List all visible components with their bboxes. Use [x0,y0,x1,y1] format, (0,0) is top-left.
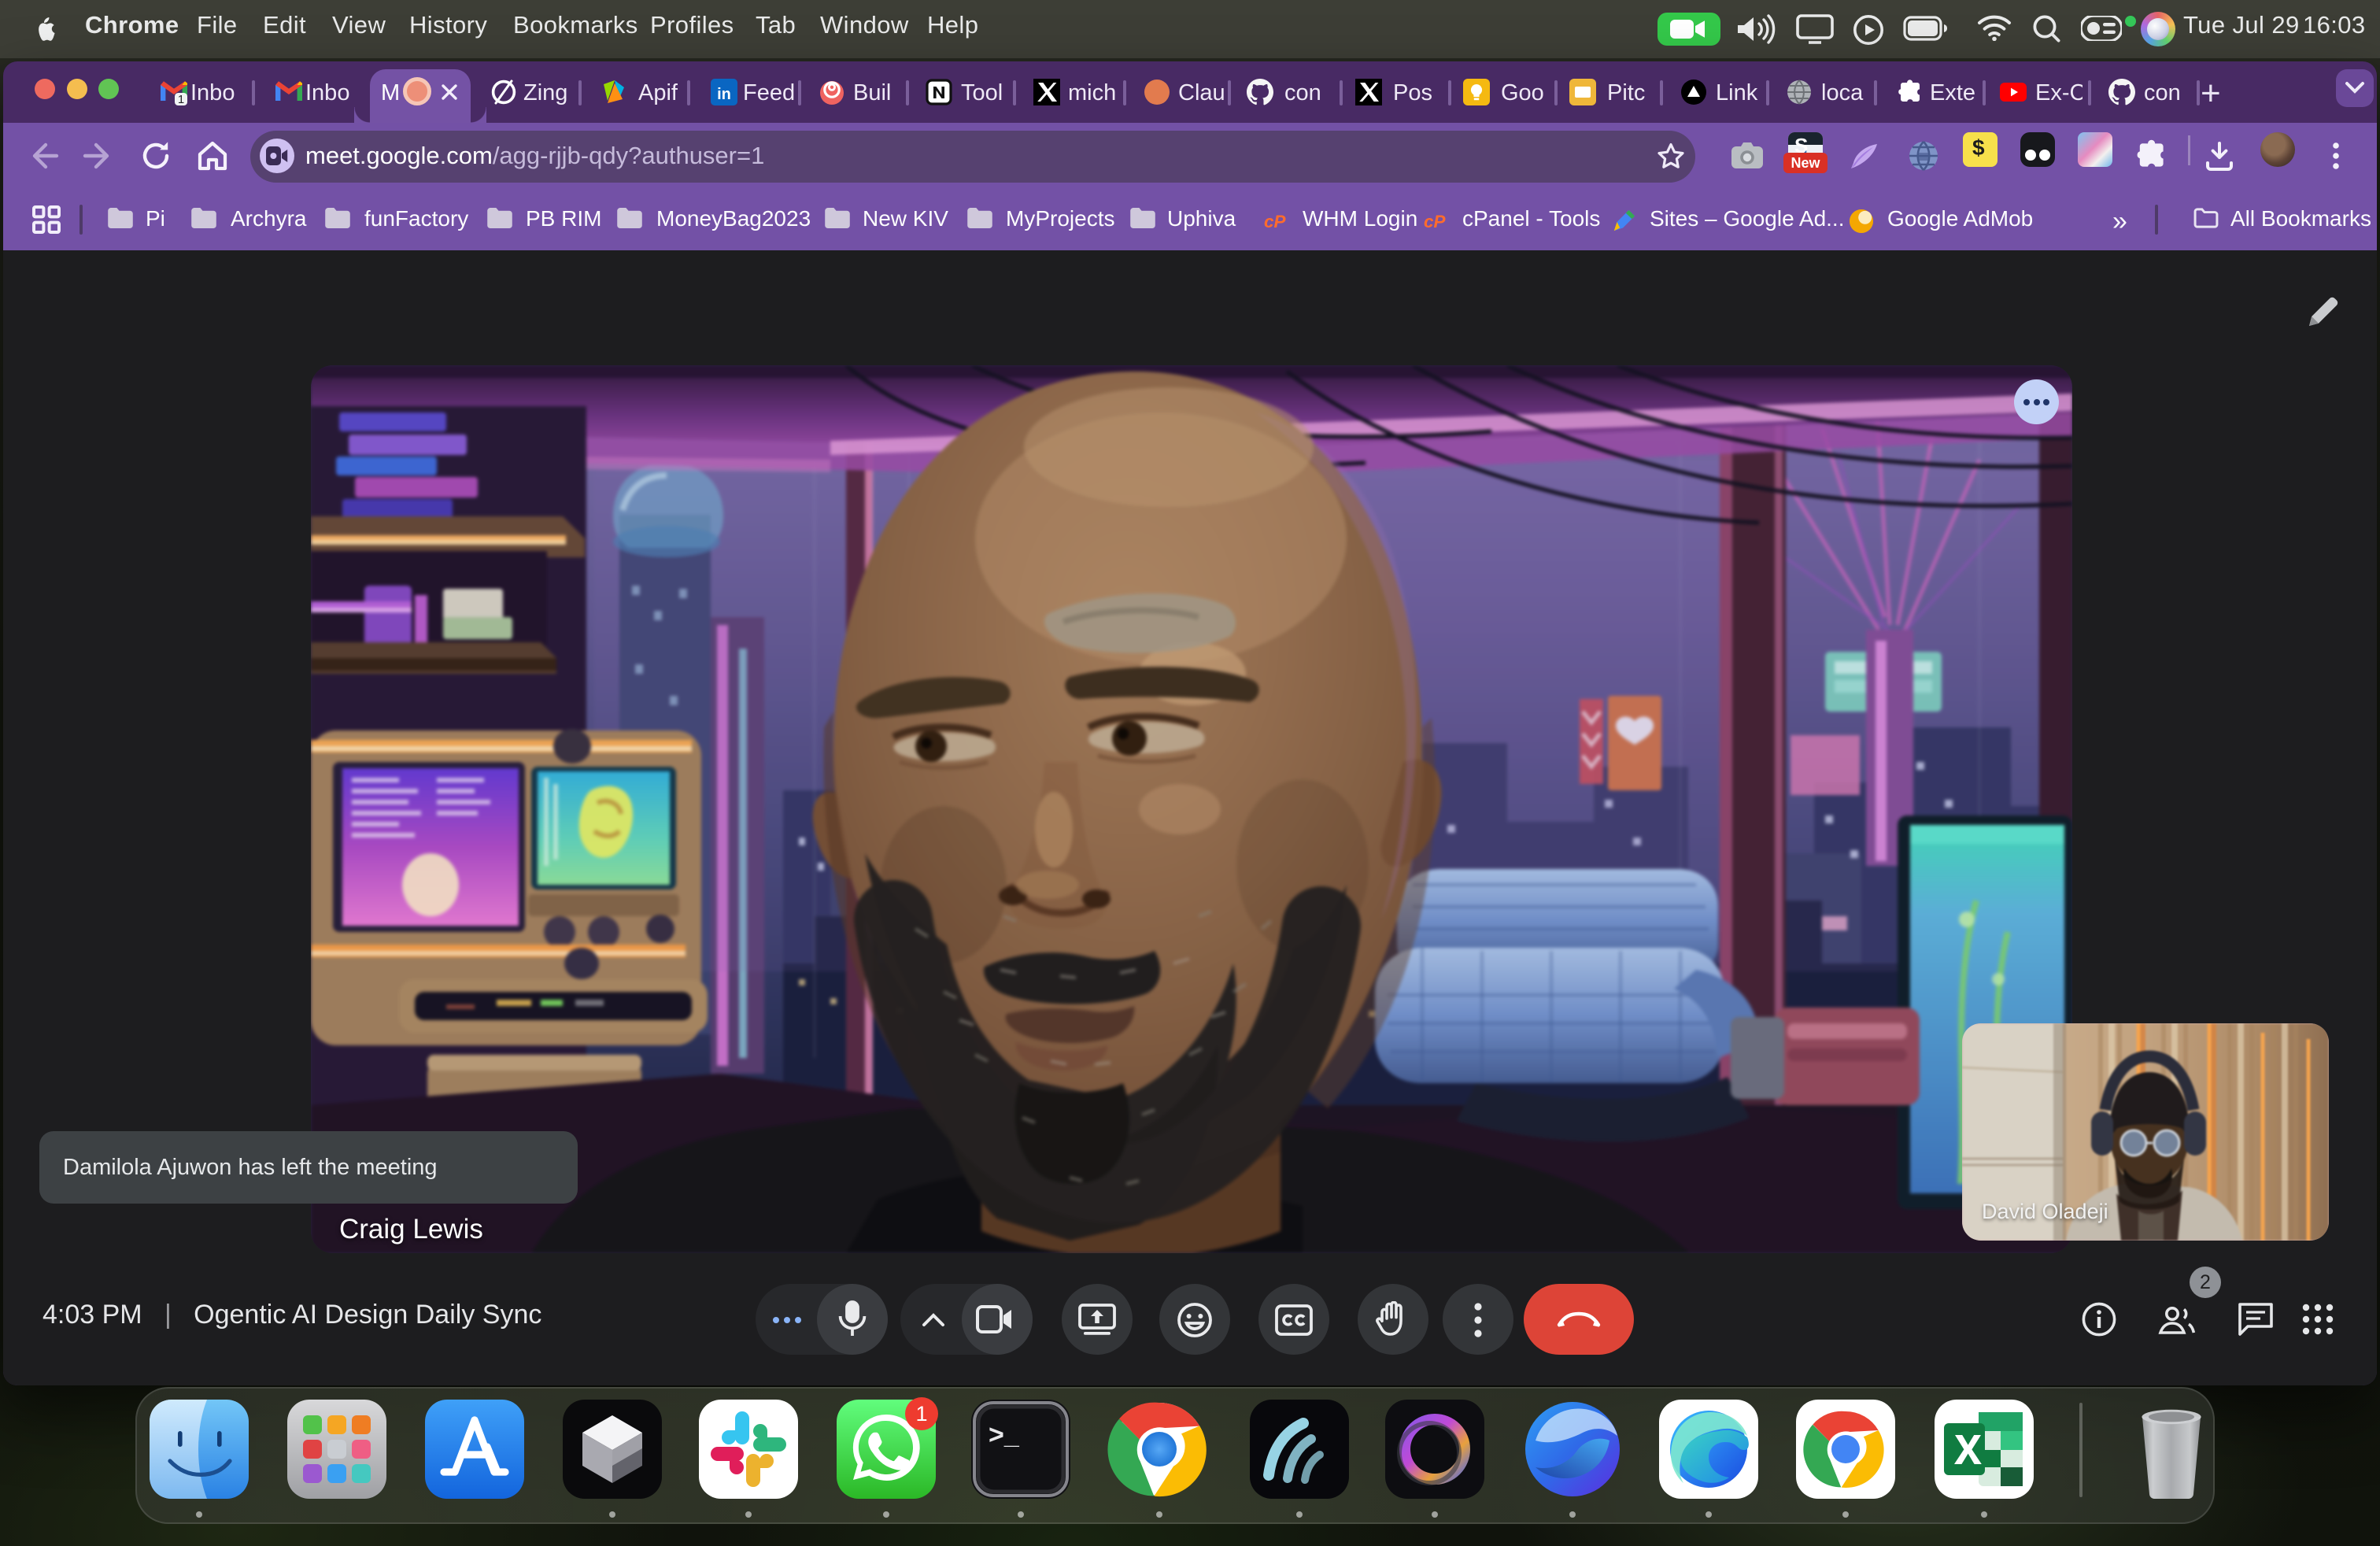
svg-text:in: in [717,86,731,103]
svg-text:cP: cP [1264,212,1285,231]
svg-text:1: 1 [178,93,184,105]
svg-text:>_: >_ [989,1420,1020,1450]
svg-text:1: 1 [915,1402,927,1426]
svg-text:cP: cP [1424,212,1445,231]
